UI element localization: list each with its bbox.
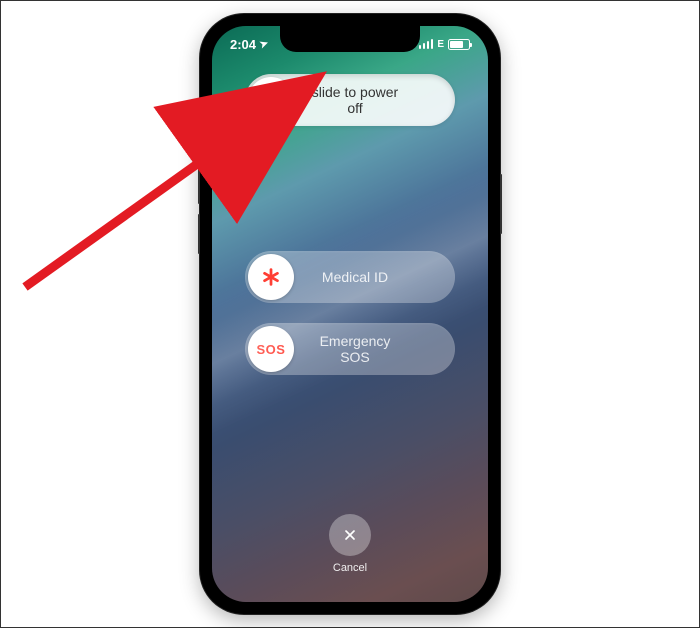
medical-slider-label: Medical ID	[304, 269, 452, 285]
battery-icon	[448, 39, 470, 50]
cancel-button[interactable]	[329, 514, 371, 556]
power-off-slider[interactable]: slide to power off	[245, 74, 455, 126]
location-icon: ➤	[258, 37, 270, 50]
network-label: E	[437, 39, 444, 50]
volume-up-button	[198, 164, 200, 204]
power-icon	[260, 89, 282, 111]
sos-icon: SOS	[257, 342, 286, 357]
sos-slider-label: Emergency SOS	[304, 333, 452, 365]
notch	[280, 26, 420, 52]
power-slider-label: slide to power off	[304, 84, 452, 116]
close-icon	[342, 527, 358, 543]
sos-slider-knob[interactable]: SOS	[248, 326, 294, 372]
mute-switch	[198, 124, 200, 148]
signal-icon	[419, 39, 434, 49]
medical-asterisk-icon	[260, 266, 282, 288]
volume-down-button	[198, 214, 200, 254]
iphone-frame: 2:04 ➤ E slid	[200, 14, 500, 614]
medical-id-slider[interactable]: Medical ID	[245, 251, 455, 303]
emergency-sos-slider[interactable]: SOS Emergency SOS	[245, 323, 455, 375]
medical-slider-knob[interactable]	[248, 254, 294, 300]
status-time: 2:04	[230, 37, 256, 52]
side-button	[500, 174, 502, 234]
cancel-label: Cancel	[333, 562, 367, 574]
screen: 2:04 ➤ E slid	[212, 26, 488, 602]
power-slider-knob[interactable]	[248, 77, 294, 123]
